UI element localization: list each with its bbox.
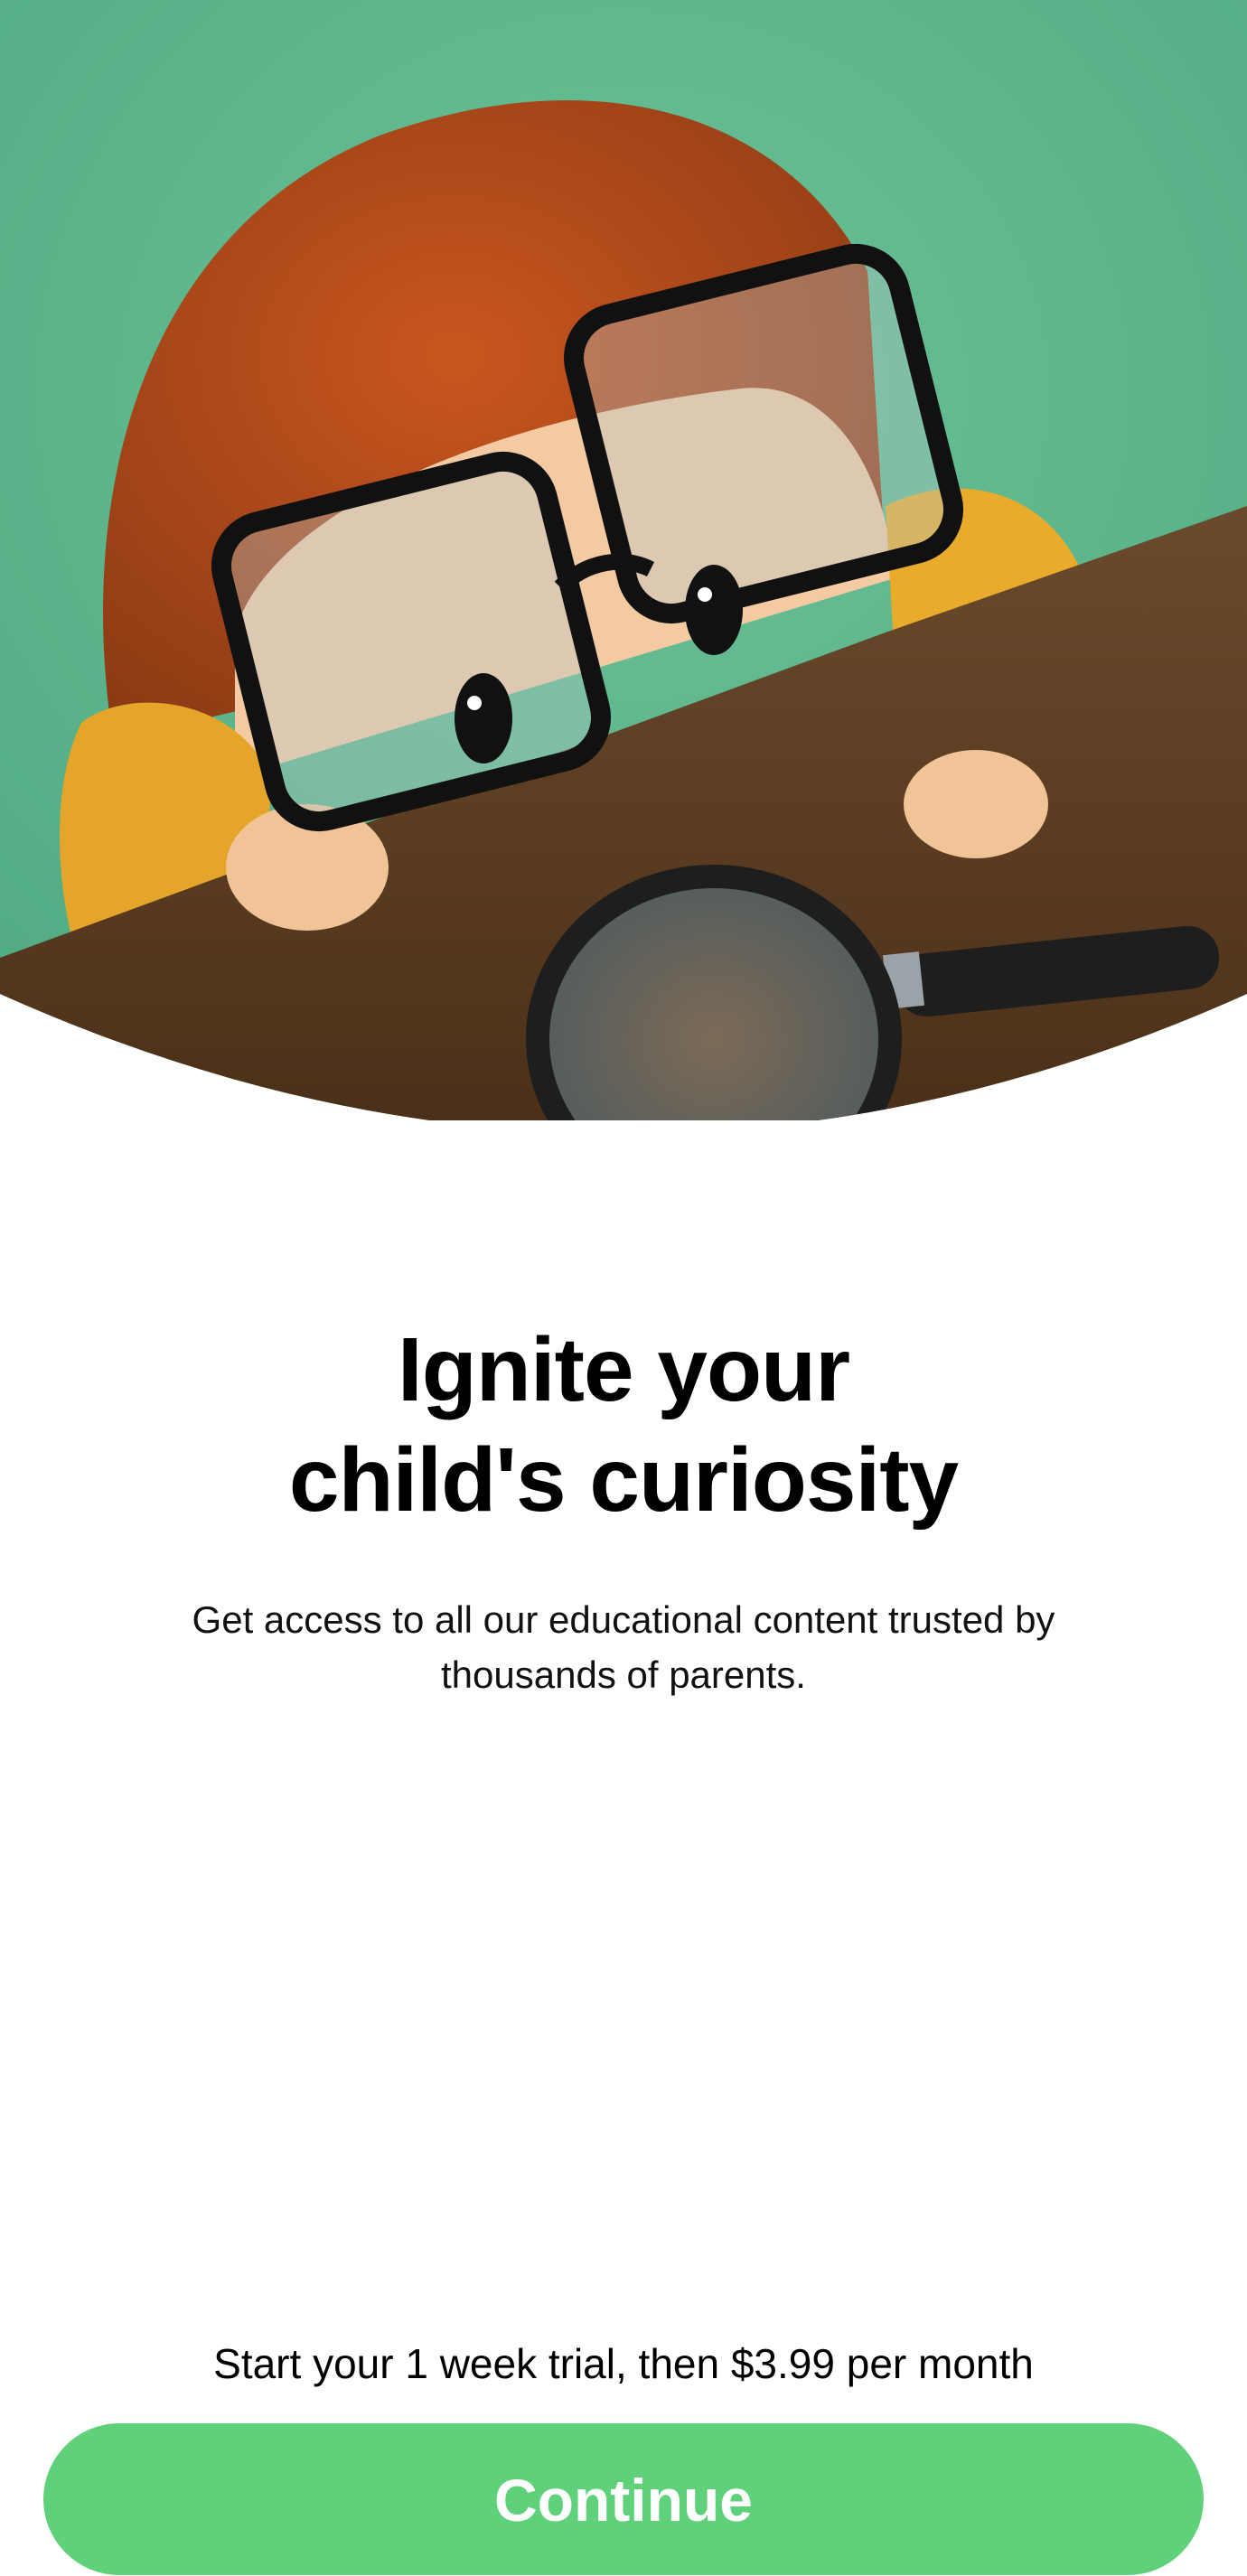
hero-illustration [0,0,1247,1120]
continue-button[interactable]: Continue [43,2423,1204,2575]
subtitle: Get access to all our educational conten… [192,1598,1055,1696]
headline-line-2: child's curiosity [288,1429,959,1531]
trial-pricing-text: Start your 1 week trial, then $3.99 per … [213,2340,1034,2387]
headline-line-1: Ignite your [397,1319,850,1420]
headline: Ignite your child's curiosity [0,1315,1247,1535]
